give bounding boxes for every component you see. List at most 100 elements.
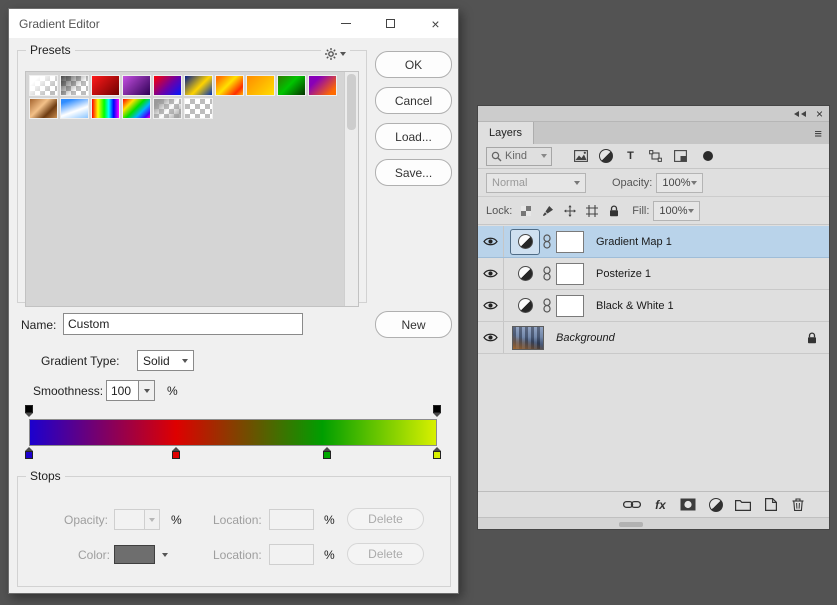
- blend-mode-select[interactable]: Normal: [486, 172, 586, 193]
- lock-position-icon[interactable]: [562, 203, 578, 219]
- delete-layer-trash-icon[interactable]: [790, 498, 805, 511]
- layer-style-fx-icon[interactable]: fx: [653, 498, 668, 512]
- delete-opacity-stop-button[interactable]: Delete: [347, 508, 424, 530]
- collapse-panel-icon[interactable]: [792, 110, 806, 117]
- lock-artboard-icon[interactable]: [584, 203, 600, 219]
- presets-menu-button[interactable]: [321, 48, 350, 60]
- layer-thumbnail[interactable]: [512, 325, 544, 350]
- preset-swatch-violet-to-dark-violet[interactable]: [122, 75, 151, 96]
- dialog-title-bar[interactable]: Gradient Editor ×: [9, 9, 458, 38]
- visibility-eye-icon[interactable]: [478, 290, 504, 321]
- adjustment-layer-icon[interactable]: [510, 228, 540, 255]
- minimize-icon[interactable]: [323, 9, 368, 38]
- scrollbar-handle[interactable]: [619, 522, 643, 527]
- smoothness-value[interactable]: [106, 380, 139, 401]
- preset-swatch-black-to-transparent[interactable]: [60, 75, 89, 96]
- adjustment-layer-icon[interactable]: [510, 293, 540, 319]
- opacity-select[interactable]: 100%: [656, 172, 704, 193]
- panel-menu-icon[interactable]: ≡: [814, 126, 822, 141]
- preset-swatch-blue-yellow-blue[interactable]: [184, 75, 213, 96]
- swatch-gradient: [123, 99, 150, 118]
- swatch-gradient: [154, 76, 181, 95]
- color-stop-marker[interactable]: [433, 447, 441, 459]
- chevron-down-icon[interactable]: [162, 553, 168, 557]
- layer-name: Gradient Map 1: [596, 235, 672, 248]
- gradient-bar[interactable]: [29, 419, 437, 446]
- stop-location-input[interactable]: [269, 544, 314, 565]
- tab-layers[interactable]: Layers: [478, 122, 534, 144]
- preset-swatch-violet-to-orange[interactable]: [308, 75, 337, 96]
- color-stop-marker[interactable]: [171, 447, 180, 459]
- smoothness-input[interactable]: [106, 380, 155, 401]
- stop-opacity-dropdown[interactable]: [145, 509, 160, 530]
- adjustment-layer-icon[interactable]: [510, 261, 540, 287]
- delete-color-stop-button[interactable]: Delete: [347, 543, 424, 565]
- layer-row[interactable]: Background: [478, 322, 829, 354]
- preset-swatch-orange-to-yellow[interactable]: [246, 75, 275, 96]
- close-panel-icon[interactable]: ×: [816, 108, 823, 120]
- cancel-button[interactable]: Cancel: [375, 87, 452, 114]
- ok-button[interactable]: OK: [375, 51, 452, 78]
- smoothness-dropdown-button[interactable]: [139, 380, 155, 401]
- maximize-icon[interactable]: [368, 9, 413, 38]
- link-layers-icon[interactable]: [623, 500, 641, 509]
- chevron-down-icon: [688, 208, 695, 213]
- preset-swatch-white-to-transparent[interactable]: [29, 75, 58, 96]
- gradient-type-select[interactable]: Solid: [137, 350, 194, 371]
- layer-mask-thumbnail[interactable]: [556, 230, 584, 253]
- fill-select[interactable]: 100%: [653, 200, 701, 221]
- swatch-gradient: [123, 76, 150, 95]
- preset-swatch-red-to-dark-red[interactable]: [91, 75, 120, 96]
- preset-swatch-gray-to-transparent[interactable]: [153, 98, 182, 119]
- preset-swatch-spectrum-diagonal[interactable]: [122, 98, 151, 119]
- preset-swatch-transparent[interactable]: [184, 98, 213, 119]
- mask-link-icon: [543, 234, 551, 249]
- filtering-toggle-icon[interactable]: [703, 151, 713, 161]
- color-stop-marker[interactable]: [322, 447, 331, 459]
- preset-swatch-spectrum[interactable]: [91, 98, 120, 119]
- layer-row[interactable]: Gradient Map 1: [478, 226, 829, 258]
- new-button[interactable]: New: [375, 311, 452, 338]
- filter-kind-value: Kind: [505, 150, 528, 162]
- filter-type-layers-icon[interactable]: T: [622, 148, 639, 165]
- opacity-unit: %: [171, 513, 182, 527]
- layer-row[interactable]: Black & White 1: [478, 290, 829, 322]
- lock-image-pixels-icon[interactable]: [540, 203, 556, 219]
- color-stop-marker[interactable]: [25, 447, 33, 459]
- opacity-stop-marker[interactable]: [25, 405, 33, 417]
- preset-swatch-copper[interactable]: [29, 98, 58, 119]
- preset-swatch-green-to-dark-green[interactable]: [277, 75, 306, 96]
- lock-all-icon[interactable]: [606, 203, 622, 219]
- stop-color-swatch[interactable]: [114, 545, 155, 564]
- add-layer-mask-icon[interactable]: [680, 498, 696, 511]
- new-adjustment-layer-icon[interactable]: [708, 497, 723, 512]
- close-icon[interactable]: ×: [413, 9, 458, 38]
- stop-opacity-value[interactable]: [114, 509, 145, 530]
- filter-adjustment-layers-icon[interactable]: [597, 148, 614, 165]
- layer-mask-thumbnail[interactable]: [556, 262, 584, 285]
- scrollbar-handle[interactable]: [347, 74, 356, 130]
- filter-kind-select[interactable]: Kind: [486, 146, 552, 166]
- visibility-eye-icon[interactable]: [478, 226, 504, 257]
- save-button[interactable]: Save...: [375, 159, 452, 186]
- lock-transparent-pixels-icon[interactable]: [518, 203, 534, 219]
- preset-swatch-blue-to-white[interactable]: [60, 98, 89, 119]
- new-group-icon[interactable]: [735, 499, 751, 511]
- stop-opacity-input[interactable]: [114, 509, 160, 530]
- stop-location-input[interactable]: [269, 509, 314, 530]
- visibility-eye-icon[interactable]: [478, 258, 504, 289]
- layer-row[interactable]: Posterize 1: [478, 258, 829, 290]
- gradient-name-input[interactable]: [63, 313, 303, 335]
- visibility-eye-icon[interactable]: [478, 322, 504, 353]
- new-layer-icon[interactable]: [763, 498, 778, 511]
- panel-scrollbar[interactable]: [478, 517, 829, 529]
- layer-mask-thumbnail[interactable]: [556, 294, 584, 317]
- preset-swatch-orange-yellow-red[interactable]: [215, 75, 244, 96]
- opacity-stop-marker[interactable]: [433, 405, 441, 417]
- filter-pixel-layers-icon[interactable]: [572, 148, 589, 165]
- load-button[interactable]: Load...: [375, 123, 452, 150]
- preset-scrollbar[interactable]: [344, 72, 358, 306]
- filter-smart-objects-icon[interactable]: [672, 148, 689, 165]
- filter-shape-layers-icon[interactable]: [647, 148, 664, 165]
- preset-swatch-red-to-blue[interactable]: [153, 75, 182, 96]
